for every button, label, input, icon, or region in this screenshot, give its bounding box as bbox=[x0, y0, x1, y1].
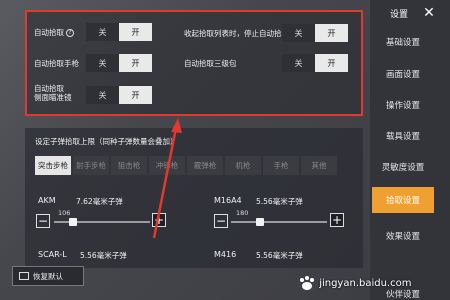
paw-icon bbox=[300, 276, 314, 290]
sidebar-item-effects[interactable]: 效果设置 bbox=[372, 224, 434, 248]
red-arrow-annotation bbox=[152, 118, 182, 239]
sidebar-item-vehicle[interactable]: 载具设置 bbox=[372, 124, 434, 148]
watermark: jingyan.baidu.com bbox=[298, 275, 411, 291]
settings-title: 设置 bbox=[389, 9, 408, 20]
sidebar-item-graphics[interactable]: 画面设置 bbox=[372, 62, 434, 86]
sidebar-item-sensitivity[interactable]: 灵敏度设置 bbox=[372, 155, 434, 179]
close-icon[interactable]: ✕ bbox=[420, 3, 438, 23]
sidebar-item-pickup[interactable]: 拾取设置 bbox=[372, 187, 434, 213]
sidebar-item-basic[interactable]: 基础设置 bbox=[372, 30, 434, 54]
sidebar-item-controls[interactable]: 操作设置 bbox=[372, 93, 434, 117]
